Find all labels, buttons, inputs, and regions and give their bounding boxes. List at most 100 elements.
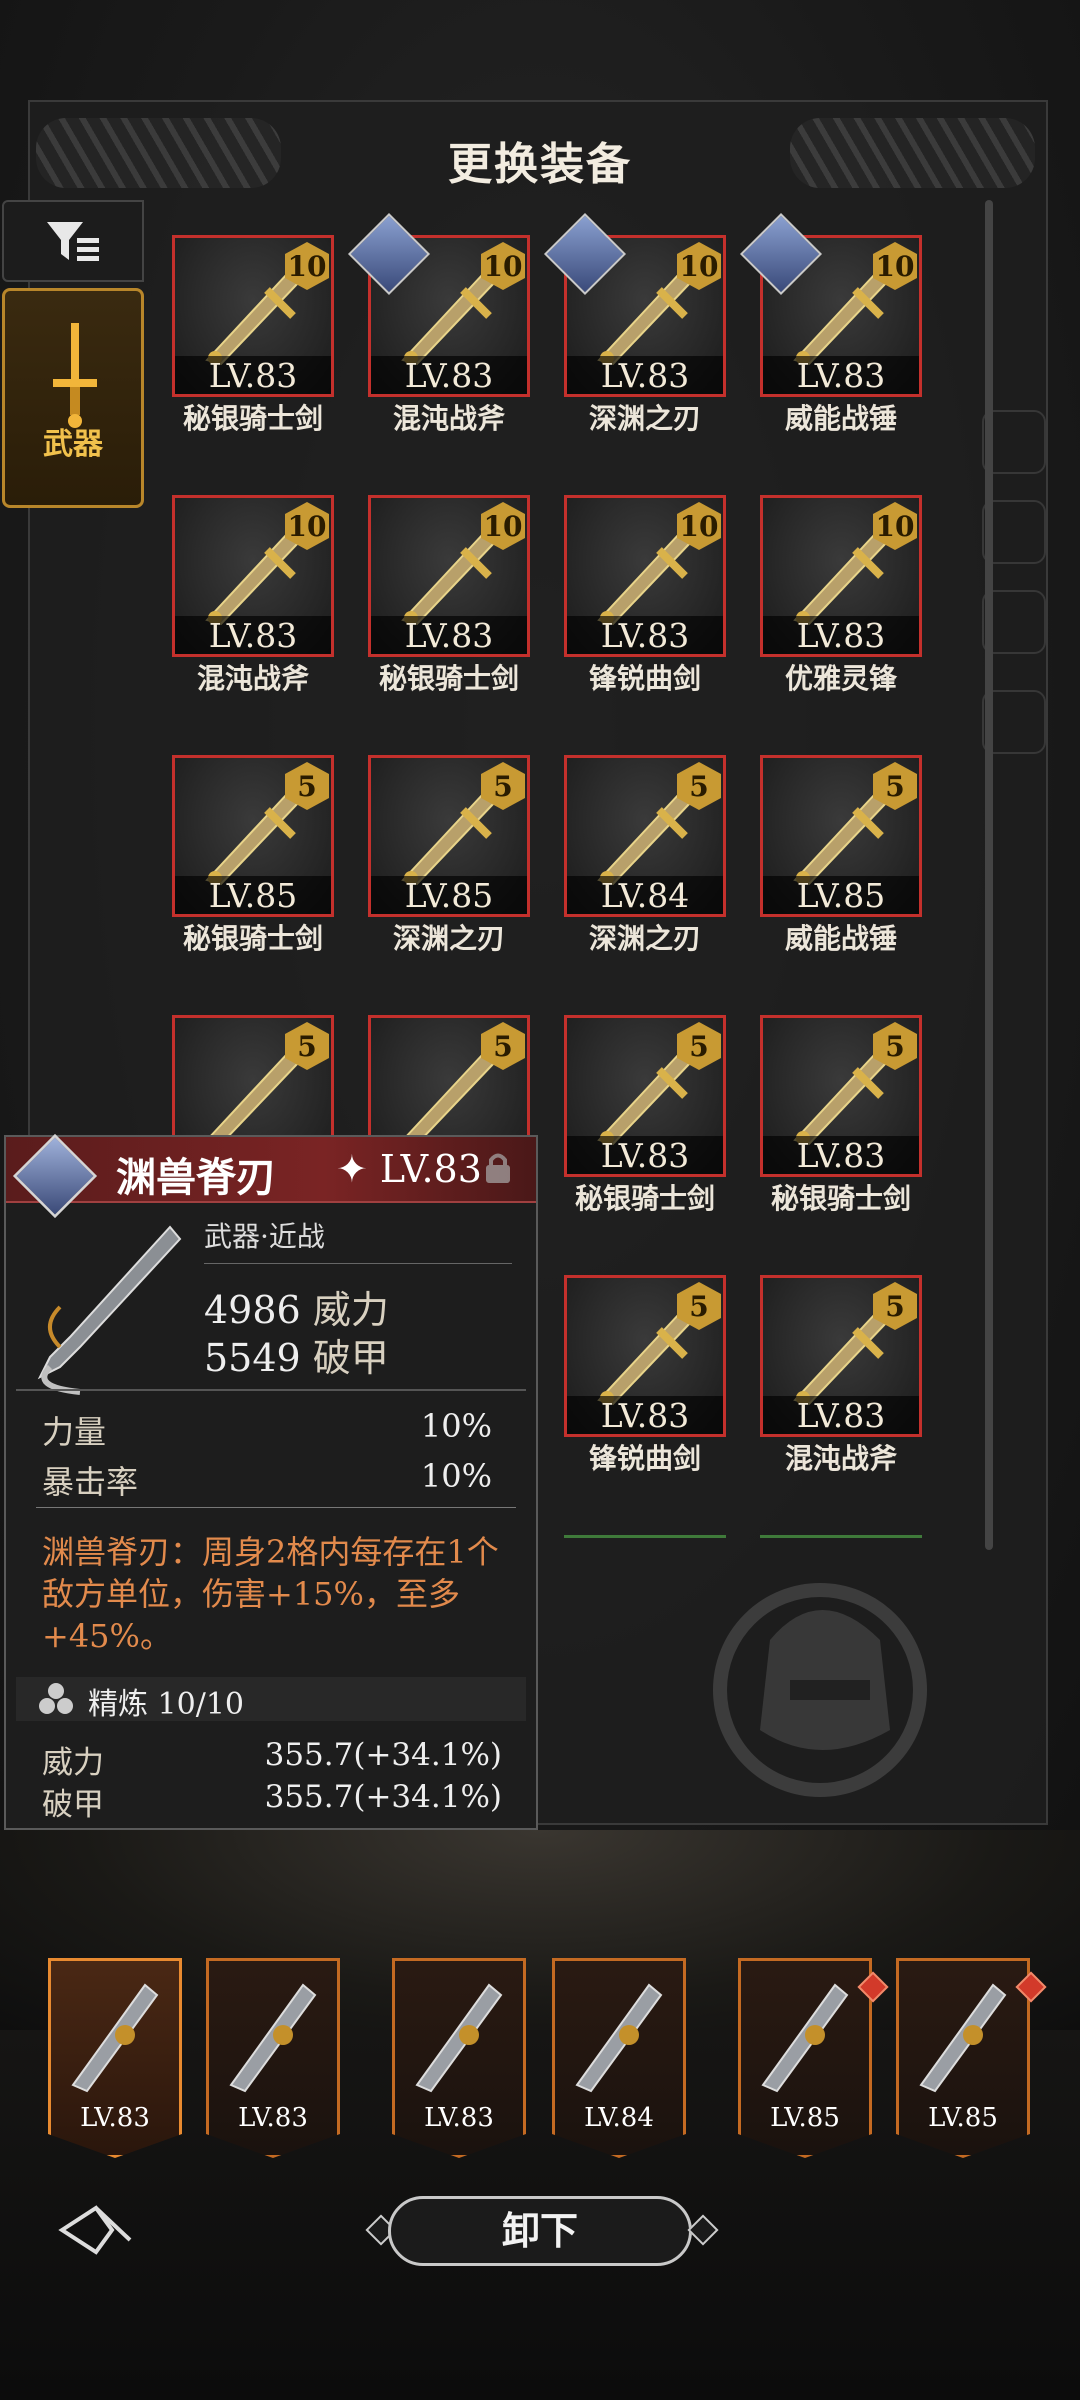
filter-button[interactable]	[2, 200, 144, 282]
weapon-name: 秘银骑士剑	[770, 1182, 911, 1215]
equipped-slot[interactable]: LV.85	[896, 1958, 1030, 2158]
sword-icon	[229, 1983, 317, 2093]
refine-value: 10	[287, 249, 327, 283]
weapon-grid-item[interactable]: 5 LV.83 锋锐曲剑	[564, 1275, 726, 1475]
attribute-label: 暴击率	[42, 1463, 139, 1501]
weapon-card[interactable]: 10 LV.83	[172, 495, 334, 657]
weapon-name: 锋锐曲剑	[588, 1442, 701, 1475]
lock-icon[interactable]	[482, 1151, 514, 1185]
hero-avatar	[12, 1133, 98, 1219]
refine-value: 5	[885, 769, 905, 803]
stat-value: 5549	[204, 1336, 301, 1380]
weapon-card[interactable]: 5 LV.83	[760, 1275, 922, 1437]
back-icon[interactable]	[56, 2200, 136, 2260]
boots-icon	[415, 1983, 503, 2093]
weapon-level: LV.83	[371, 356, 527, 394]
refine-value: 10	[287, 509, 327, 543]
weapon-card[interactable]: 5 LV.85	[368, 755, 530, 917]
refine-value: 10	[875, 509, 915, 543]
divider	[36, 1507, 516, 1508]
weapon-level: LV.83	[567, 1136, 723, 1174]
weapon-level: LV.83	[175, 356, 331, 394]
refine-stat-row: 威力 355.7(+34.1%)	[42, 1737, 502, 1782]
weapon-grid-item[interactable]: 5 LV.84 深渊之刃	[564, 755, 726, 955]
weapon-level: LV.83	[763, 616, 919, 654]
weapon-grid-item[interactable]: 10 LV.83 秘银骑士剑	[172, 235, 334, 435]
divider	[16, 1389, 526, 1391]
weapon-grid-item[interactable]: 10 LV.83 混沌战斧	[347, 212, 530, 435]
weapon-name: 锋锐曲剑	[588, 662, 701, 695]
sword-icon	[53, 323, 97, 428]
weapon-grid-item[interactable]: 5 LV.83 混沌战斧	[760, 1275, 922, 1475]
weapon-name: 深渊之刃	[588, 922, 701, 955]
weapon-card[interactable]: 5 LV.84	[564, 755, 726, 917]
weapon-card[interactable]: 5 LV.83	[564, 1275, 726, 1437]
scrollbar[interactable]	[985, 200, 993, 1550]
attribute-row: 暴击率 10%	[42, 1457, 492, 1503]
weapon-grid-item[interactable]: 10 LV.83 混沌战斧	[172, 495, 334, 695]
weapon-name: 优雅灵锋	[784, 662, 897, 695]
stat-armor-break: 5549 破甲	[204, 1327, 389, 1382]
weapon-grid-item[interactable]: 10 LV.83 优雅灵锋	[760, 495, 922, 695]
blade-icon	[71, 1983, 159, 2093]
weapon-grid-item[interactable]: 5 LV.85 威能战锤	[760, 755, 922, 955]
weapon-grid-item[interactable]: 5 LV.85 秘银骑士剑	[172, 755, 334, 955]
refine-value: 5	[885, 1289, 905, 1323]
weapon-level: LV.83	[763, 1136, 919, 1174]
refine-stat-row: 破甲 355.7(+34.1%)	[42, 1779, 502, 1824]
weapon-level: LV.85	[175, 876, 331, 914]
weapon-name: 深渊之刃	[392, 922, 505, 955]
category-tab-weapon[interactable]: 武器	[2, 288, 144, 508]
weapon-grid-item[interactable]: 5 LV.83 秘银骑士剑	[760, 1015, 922, 1215]
refine-stat-label: 威力	[42, 1745, 104, 1781]
attribute-value: 10%	[420, 1407, 492, 1445]
refine-bar: 精炼 10/10	[16, 1677, 526, 1722]
weapon-card[interactable]: 5 LV.83	[564, 1015, 726, 1177]
weapon-name: 威能战锤	[784, 402, 897, 435]
equipped-level: LV.85	[928, 2103, 998, 2133]
weapon-grid-item[interactable]: 10 LV.83 锋锐曲剑	[564, 495, 726, 695]
equipped-level: LV.84	[584, 2103, 654, 2133]
dagger-icon	[919, 1983, 1007, 2093]
category-tab-label: 武器	[43, 427, 103, 462]
weapon-card-partial[interactable]	[564, 1535, 726, 1548]
weapon-grid-item[interactable]: 10 LV.83 威能战锤	[739, 212, 922, 435]
weapon-level: LV.83	[567, 356, 723, 394]
equipped-slot[interactable]: LV.83	[392, 1958, 526, 2158]
equipped-slot[interactable]: LV.84	[552, 1958, 686, 2158]
helmet-icon	[575, 1983, 663, 2093]
item-type: 武器·近战	[204, 1220, 325, 1253]
weapon-level: LV.83	[763, 1396, 919, 1434]
weapon-grid-item[interactable]: 10 LV.83 秘银骑士剑	[368, 495, 530, 695]
refine-value: 5	[493, 769, 513, 803]
equipped-slot[interactable]: LV.85	[738, 1958, 872, 2158]
refine-value: 10	[679, 249, 719, 283]
weapon-card[interactable]: 5 LV.85	[760, 755, 922, 917]
weapon-card[interactable]: 10 LV.83	[368, 495, 530, 657]
weapon-card[interactable]: 10 LV.83	[172, 235, 334, 397]
refine-value: 5	[297, 769, 317, 803]
refine-value: 5	[689, 1289, 709, 1323]
weapon-name: 混沌战斧	[392, 402, 505, 435]
weapon-grid-item[interactable]: 10 LV.83 深渊之刃	[543, 212, 726, 435]
item-level: ✦ LV.83	[336, 1147, 482, 1191]
weapon-card[interactable]: 10 LV.83	[760, 495, 922, 657]
weapon-grid-item[interactable]: 5 LV.85 深渊之刃	[368, 755, 530, 955]
weapon-level: LV.83	[567, 1396, 723, 1434]
weapon-card[interactable]: 5 LV.85	[172, 755, 334, 917]
weapon-name: 深渊之刃	[588, 402, 701, 435]
weapon-card[interactable]: 5 LV.83	[760, 1015, 922, 1177]
equipped-slot[interactable]: LV.83	[48, 1958, 182, 2158]
weapon-name: 秘银骑士剑	[574, 1182, 715, 1215]
equipped-slot[interactable]: LV.83	[206, 1958, 340, 2158]
weapon-level: LV.84	[567, 876, 723, 914]
refine-value: 5	[493, 1029, 513, 1063]
weapon-card[interactable]: 10 LV.83	[564, 495, 726, 657]
refine-value: 10	[483, 509, 523, 543]
equipped-level: LV.83	[424, 2103, 494, 2133]
weapon-card-partial[interactable]	[760, 1535, 922, 1548]
weapon-grid-item[interactable]: 5 LV.83 秘银骑士剑	[564, 1015, 726, 1215]
stat-label: 威力	[312, 1288, 389, 1332]
refine-value: 10	[679, 509, 719, 543]
unequip-button[interactable]: 卸下	[388, 2196, 692, 2266]
